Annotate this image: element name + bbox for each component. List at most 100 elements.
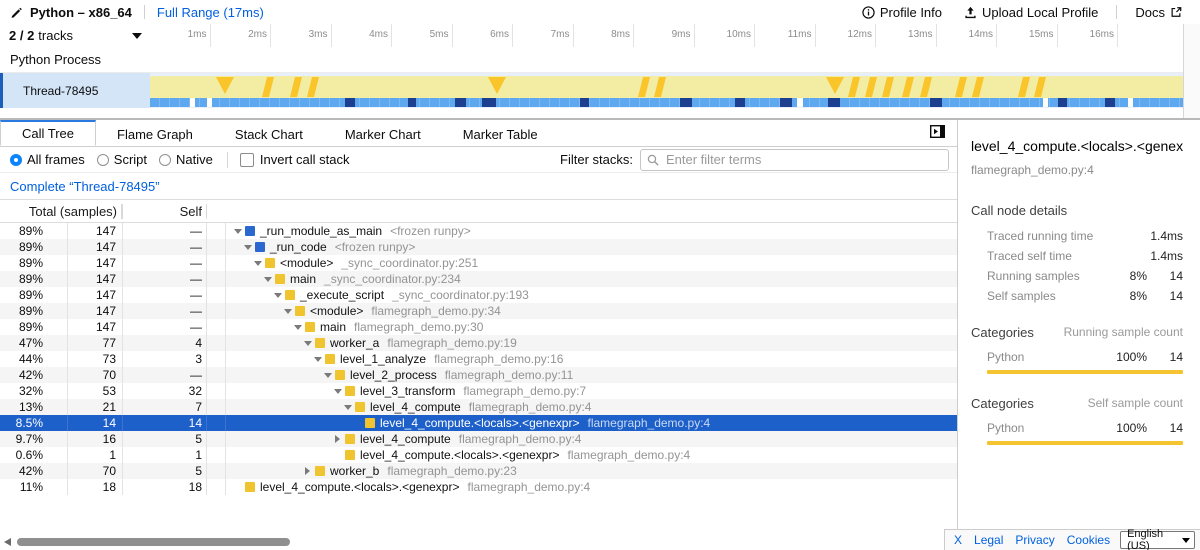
- file-location: flamegraph_demo.py:11: [445, 368, 574, 382]
- category-color-bar: [987, 370, 1183, 374]
- category-header: CategoriesSelf sample count: [971, 396, 1183, 411]
- table-row[interactable]: 89%147—_run_module_as_main<frozen runpy>: [0, 223, 957, 239]
- column-total-samples[interactable]: Total (samples): [0, 204, 123, 219]
- total-samples-cell: 70: [68, 463, 123, 479]
- function-name: level_4_compute: [360, 432, 451, 446]
- footer-link-legal[interactable]: Legal: [974, 533, 1003, 547]
- table-row[interactable]: 32%5332level_3_transformflamegraph_demo.…: [0, 383, 957, 399]
- sample-dark-segment: [1058, 98, 1067, 107]
- expander-open-icon[interactable]: [303, 339, 312, 348]
- footer: X Legal Privacy Cookies English (US): [944, 529, 1200, 550]
- category-square-icon: [315, 466, 325, 476]
- category-row: Python100%14: [987, 350, 1183, 364]
- tracks-dropdown[interactable]: 2 / 2 tracks: [0, 24, 150, 47]
- tree-cell: main_sync_coordinator.py:234: [226, 271, 957, 287]
- category-color-bar: [987, 441, 1183, 445]
- radio-script[interactable]: Script: [97, 152, 147, 167]
- total-samples-cell: 147: [68, 239, 123, 255]
- filter-input[interactable]: [664, 151, 942, 168]
- expander-closed-icon[interactable]: [333, 435, 342, 444]
- sample-dark-segment: [680, 98, 692, 107]
- call-tree-header: Total (samples) Self: [0, 199, 957, 223]
- tab-flame-graph[interactable]: Flame Graph: [96, 120, 214, 146]
- radio-all-frames[interactable]: All frames: [10, 152, 85, 167]
- track-thread[interactable]: Thread-78495: [0, 73, 1183, 108]
- profile-title: Python – x86_64: [30, 5, 132, 20]
- full-range-link[interactable]: Full Range (17ms): [157, 5, 264, 20]
- sample-gap: [1128, 98, 1133, 107]
- ruler-tick-7ms: 7ms: [513, 24, 574, 47]
- invert-call-stack-checkbox[interactable]: [240, 153, 254, 167]
- footer-link-privacy[interactable]: Privacy: [1015, 533, 1054, 547]
- profile-info-button[interactable]: Profile Info: [854, 0, 950, 24]
- thread-track-label[interactable]: Thread-78495: [0, 73, 150, 108]
- upload-button[interactable]: Upload Local Profile: [956, 0, 1106, 24]
- category-square-icon: [295, 306, 305, 316]
- expander-open-icon[interactable]: [233, 227, 242, 236]
- table-row[interactable]: 89%147—_run_code<frozen runpy>: [0, 239, 957, 255]
- category-square-icon: [365, 418, 375, 428]
- total-percent-cell: 89%: [0, 255, 68, 271]
- expander-open-icon[interactable]: [313, 355, 322, 364]
- expander-closed-icon[interactable]: [303, 467, 312, 476]
- total-percent-cell: 44%: [0, 351, 68, 367]
- scrollbar-thumb[interactable]: [17, 538, 290, 546]
- radio-native[interactable]: Native: [159, 152, 213, 167]
- expander-open-icon[interactable]: [293, 323, 302, 332]
- expander-open-icon[interactable]: [283, 307, 292, 316]
- table-row[interactable]: 8.5%1414level_4_compute.<locals>.<genexp…: [0, 415, 957, 431]
- expander-open-icon[interactable]: [243, 243, 252, 252]
- track-python-process[interactable]: Python Process: [0, 47, 1200, 73]
- thread-activity-graph[interactable]: [150, 73, 1183, 108]
- scroll-left-arrow-icon[interactable]: [4, 538, 11, 546]
- gutter-cell: [207, 239, 226, 255]
- expander-open-icon[interactable]: [323, 371, 332, 380]
- expander-open-icon[interactable]: [273, 291, 282, 300]
- total-percent-cell: 11%: [0, 479, 68, 495]
- footer-link-cookies[interactable]: Cookies: [1067, 533, 1110, 547]
- expander-open-icon[interactable]: [263, 275, 272, 284]
- expander-open-icon[interactable]: [343, 403, 352, 412]
- sample-dark-segment: [482, 98, 496, 107]
- tab-marker-table[interactable]: Marker Table: [442, 120, 559, 146]
- table-row[interactable]: 89%147—mainflamegraph_demo.py:30: [0, 319, 957, 335]
- table-row[interactable]: 44%733level_1_analyzeflamegraph_demo.py:…: [0, 351, 957, 367]
- call-node-details: Traced running time1.4msTraced self time…: [971, 229, 1183, 303]
- column-self[interactable]: Self: [123, 204, 207, 219]
- table-row[interactable]: 42%70—level_2_processflamegraph_demo.py:…: [0, 367, 957, 383]
- table-row[interactable]: 0.6%11level_4_compute.<locals>.<genexpr>…: [0, 447, 957, 463]
- table-row[interactable]: 89%147—<module>_sync_coordinator.py:251: [0, 255, 957, 271]
- sample-dark-segment: [408, 98, 416, 107]
- tab-stack-chart[interactable]: Stack Chart: [214, 120, 324, 146]
- process-track-label: Python Process: [10, 52, 101, 67]
- table-row[interactable]: 89%147—_execute_script_sync_coordinator.…: [0, 287, 957, 303]
- sample-dark-segment: [828, 98, 840, 107]
- category-square-icon: [335, 370, 345, 380]
- range-breadcrumb-link[interactable]: Complete “Thread-78495”: [10, 179, 160, 194]
- category-value: 14: [1147, 350, 1183, 364]
- language-select[interactable]: English (US): [1120, 531, 1195, 549]
- sidebar-node-location: flamegraph_demo.py:4: [971, 163, 1183, 177]
- detail-row: Self samples8%14: [987, 289, 1183, 303]
- docs-button[interactable]: Docs: [1127, 0, 1190, 24]
- table-row[interactable]: 89%147—main_sync_coordinator.py:234: [0, 271, 957, 287]
- self-samples-cell: 18: [123, 479, 207, 495]
- self-samples-cell: —: [123, 287, 207, 303]
- total-percent-cell: 9.7%: [0, 431, 68, 447]
- tab-marker-chart[interactable]: Marker Chart: [324, 120, 442, 146]
- ruler-tick-4ms: 4ms: [332, 24, 393, 47]
- tab-call-tree[interactable]: Call Tree: [0, 120, 96, 146]
- ruler-tick-14ms: 14ms: [937, 24, 998, 47]
- footer-link-x[interactable]: X: [954, 533, 962, 547]
- table-row[interactable]: 42%705worker_bflamegraph_demo.py:23: [0, 463, 957, 479]
- table-row[interactable]: 9.7%165level_4_computeflamegraph_demo.py…: [0, 431, 957, 447]
- table-row[interactable]: 89%147—<module>flamegraph_demo.py:34: [0, 303, 957, 319]
- category-value: 14: [1147, 421, 1183, 435]
- table-row[interactable]: 47%774worker_aflamegraph_demo.py:19: [0, 335, 957, 351]
- expander-open-icon[interactable]: [253, 259, 262, 268]
- table-row[interactable]: 11%1818level_4_compute.<locals>.<genexpr…: [0, 479, 957, 495]
- panel-toggle-icon[interactable]: [930, 125, 945, 141]
- tree-cell: _run_module_as_main<frozen runpy>: [226, 223, 957, 239]
- table-row[interactable]: 13%217level_4_computeflamegraph_demo.py:…: [0, 399, 957, 415]
- expander-open-icon[interactable]: [333, 387, 342, 396]
